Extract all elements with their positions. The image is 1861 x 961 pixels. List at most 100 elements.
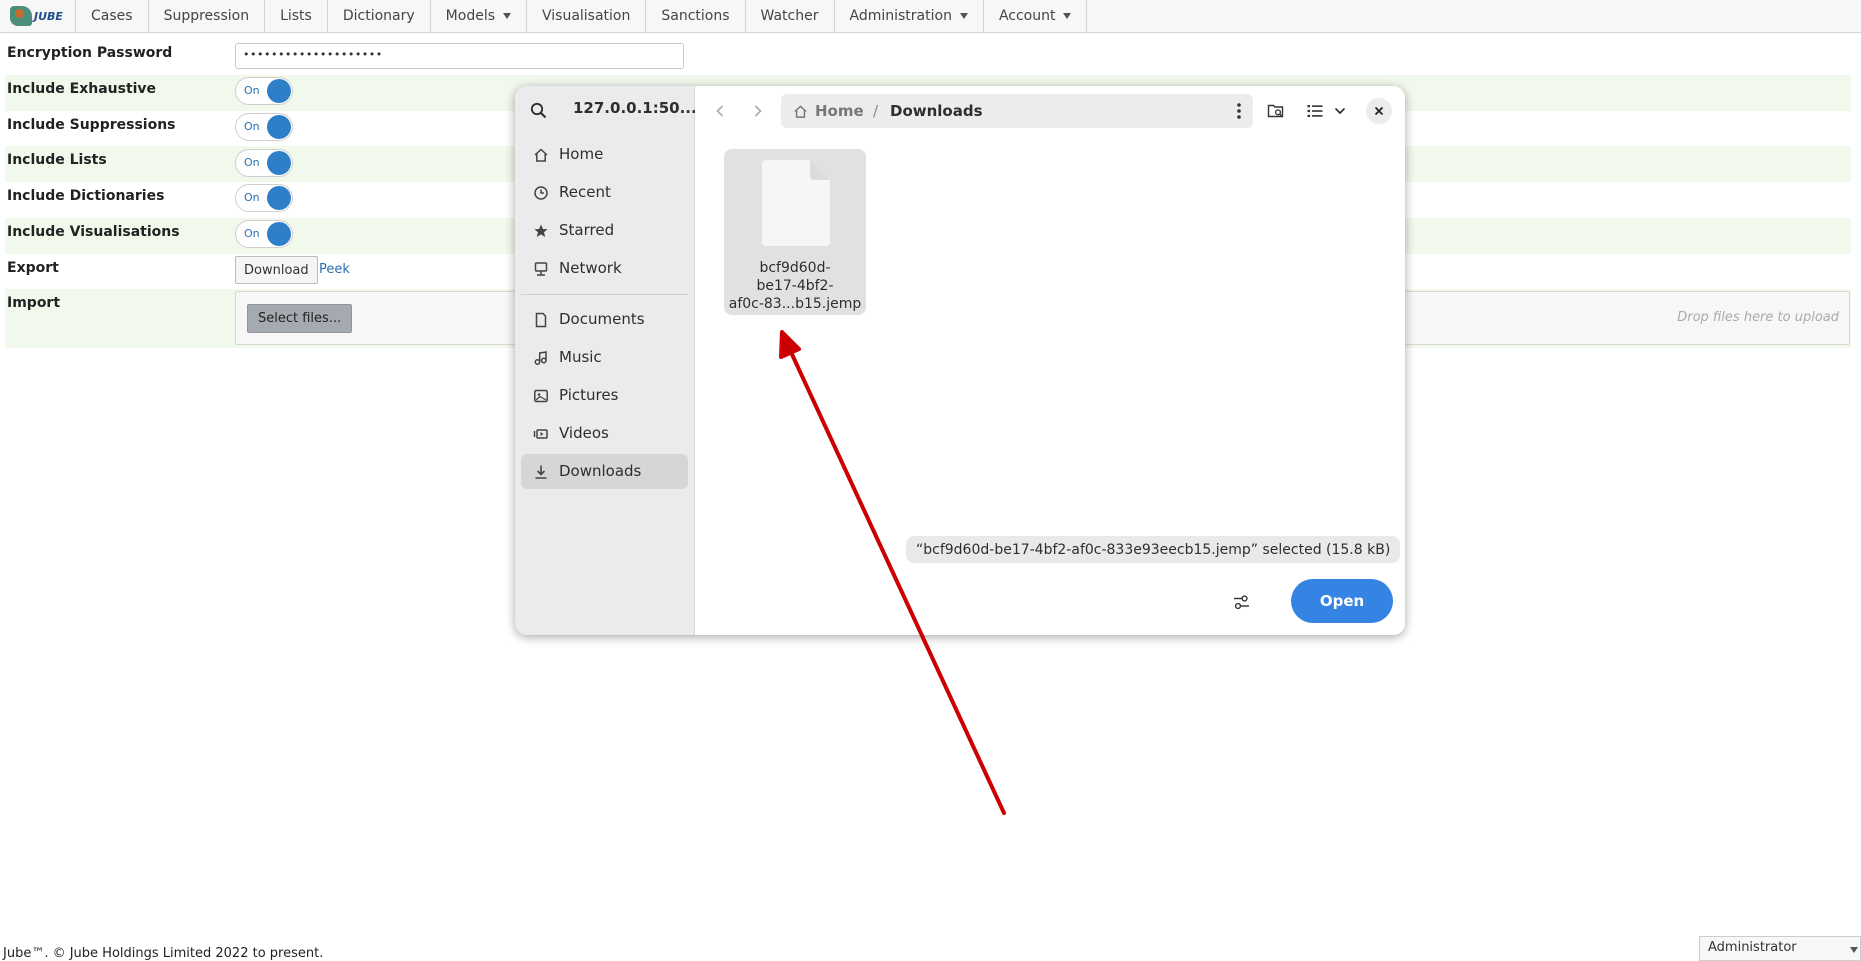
filter-settings-icon[interactable] xyxy=(1228,589,1254,615)
logo-text: JUBE xyxy=(34,9,63,23)
file-item-selected[interactable]: bcf9d60d- be17-4bf2- af0c-83...b15.jemp xyxy=(724,149,866,315)
encryption-password-input[interactable]: •••••••••••••••••••• xyxy=(235,43,684,69)
footer-copyright: Jube™. © Jube Holdings Limited 2022 to p… xyxy=(3,946,324,961)
file-browser-pane: Home / Downloads bcf9d60d- be17-4bf2- af… xyxy=(695,86,1405,635)
toggle-state: On xyxy=(244,227,260,240)
select-files-button[interactable]: Select files... xyxy=(247,304,353,333)
export-label: Export xyxy=(7,260,59,276)
clock-icon xyxy=(534,186,548,200)
network-icon xyxy=(534,262,548,276)
location-title: 127.0.0.1:50... xyxy=(573,99,697,117)
toggle-knob xyxy=(267,222,291,246)
place-network[interactable]: Network xyxy=(521,251,688,286)
download-button[interactable]: Download xyxy=(235,256,318,284)
place-music[interactable]: Music xyxy=(521,340,688,375)
menu-label: Visualisation xyxy=(542,8,631,24)
logo-icon xyxy=(10,6,32,26)
menu-models[interactable]: Models xyxy=(431,0,527,32)
breadcrumb-home[interactable]: Home xyxy=(815,102,864,120)
include-visualisations-toggle[interactable]: On xyxy=(235,220,293,248)
places-sidebar: 127.0.0.1:50... Home Recent Starred Netw… xyxy=(515,86,697,635)
jube-logo[interactable]: JUBE xyxy=(0,0,76,32)
include-lists-label: Include Lists xyxy=(7,152,107,168)
place-label: Videos xyxy=(559,424,609,442)
file-name-line: af0c-83...b15.jemp xyxy=(728,296,862,312)
place-pictures[interactable]: Pictures xyxy=(521,378,688,413)
include-exhaustive-label: Include Exhaustive xyxy=(7,81,157,97)
user-role-select[interactable]: Administrator xyxy=(1699,936,1861,961)
toggle-knob xyxy=(267,186,291,210)
path-bar: Home / Downloads xyxy=(781,94,1253,128)
place-label: Recent xyxy=(559,183,611,201)
file-chooser-dialog: 127.0.0.1:50... Home Recent Starred Netw… xyxy=(515,86,1405,635)
include-dictionaries-label: Include Dictionaries xyxy=(7,188,165,204)
user-role-value: Administrator xyxy=(1708,940,1797,955)
menu-lists[interactable]: Lists xyxy=(265,0,328,32)
document-icon xyxy=(535,312,547,328)
place-home[interactable]: Home xyxy=(521,137,688,172)
selection-status: “bcf9d60d-be17-4bf2-af0c-833e93eecb15.je… xyxy=(906,536,1401,563)
back-chevron-icon[interactable] xyxy=(707,98,733,124)
menu-watcher[interactable]: Watcher xyxy=(746,0,835,32)
list-view-icon[interactable] xyxy=(1301,97,1329,125)
place-recent[interactable]: Recent xyxy=(521,175,688,210)
top-menu-bar: JUBE Cases Suppression Lists Dictionary … xyxy=(0,0,1861,33)
place-label: Pictures xyxy=(559,386,619,404)
caret-down-icon xyxy=(1063,13,1072,19)
include-exhaustive-toggle[interactable]: On xyxy=(235,77,293,105)
include-lists-toggle[interactable]: On xyxy=(235,149,293,177)
place-label: Home xyxy=(559,145,604,163)
drop-files-hint: Drop files here to upload xyxy=(1677,310,1839,325)
folder-search-icon[interactable] xyxy=(1262,97,1290,125)
home-icon xyxy=(534,148,548,162)
place-label: Network xyxy=(559,259,622,277)
place-starred[interactable]: Starred xyxy=(521,213,688,248)
menu-label: Administration xyxy=(849,8,952,24)
open-button[interactable]: Open xyxy=(1291,579,1393,623)
place-downloads[interactable]: Downloads xyxy=(521,454,688,489)
home-icon xyxy=(794,105,807,118)
toggle-state: On xyxy=(244,84,260,97)
place-label: Downloads xyxy=(559,462,642,480)
menu-administration[interactable]: Administration xyxy=(835,0,984,32)
menu-label: Models xyxy=(445,8,495,24)
menu-sanctions[interactable]: Sanctions xyxy=(646,0,746,32)
toggle-state: On xyxy=(244,120,260,133)
include-dictionaries-toggle[interactable]: On xyxy=(235,184,293,212)
menu-account[interactable]: Account xyxy=(984,0,1088,32)
place-documents[interactable]: Documents xyxy=(521,302,688,337)
toggle-knob xyxy=(267,79,291,103)
place-label: Documents xyxy=(559,310,645,328)
place-label: Music xyxy=(559,348,602,366)
video-icon xyxy=(533,429,548,439)
toggle-state: On xyxy=(244,191,260,204)
toggle-state: On xyxy=(244,156,260,169)
forward-chevron-icon[interactable] xyxy=(745,98,771,124)
close-icon[interactable] xyxy=(1366,98,1392,124)
breadcrumb-separator: / xyxy=(873,102,879,120)
file-name-line: be17-4bf2- xyxy=(756,278,834,294)
toggle-knob xyxy=(267,115,291,139)
view-options-chevron-down-icon[interactable] xyxy=(1329,99,1351,123)
place-videos[interactable]: Videos xyxy=(521,416,688,451)
toggle-knob xyxy=(267,151,291,175)
menu-label: Dictionary xyxy=(342,8,415,24)
breadcrumb-current[interactable]: Downloads xyxy=(890,102,983,120)
menu-suppression[interactable]: Suppression xyxy=(149,0,266,32)
menu-dictionary[interactable]: Dictionary xyxy=(328,0,431,32)
peek-link[interactable]: Peek xyxy=(319,262,350,277)
caret-down-icon xyxy=(1850,947,1858,953)
file-icon xyxy=(762,160,830,246)
search-icon[interactable] xyxy=(527,99,549,121)
more-options-icon[interactable] xyxy=(1229,101,1249,121)
menu-cases[interactable]: Cases xyxy=(76,0,149,32)
include-suppressions-toggle[interactable]: On xyxy=(235,113,293,141)
music-icon xyxy=(534,351,547,365)
file-name: bcf9d60d- be17-4bf2- af0c-83...b15.jemp xyxy=(724,259,866,313)
include-visualisations-label: Include Visualisations xyxy=(7,224,180,240)
encryption-password-label: Encryption Password xyxy=(7,45,173,61)
menu-visualisation[interactable]: Visualisation xyxy=(527,0,647,32)
place-label: Starred xyxy=(559,221,615,239)
menu-label: Cases xyxy=(91,8,133,24)
menu-label: Account xyxy=(998,8,1056,24)
